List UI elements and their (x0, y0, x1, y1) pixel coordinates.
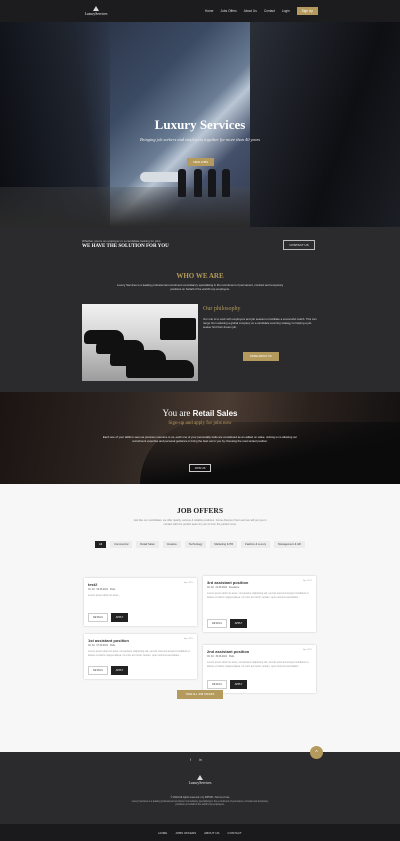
job-meta: CC 0d 30.06.2021 Paris (207, 656, 235, 658)
you-are-text: You are (162, 408, 191, 418)
bottom-nav-about[interactable]: ABOUT US (204, 831, 219, 835)
retail-role: Retail Sales (192, 409, 238, 418)
hero-section: Luxury Services Bringing job seekers and… (0, 22, 400, 227)
job-meta: CC 0d 06.05.2021 Paris (88, 589, 116, 591)
chevron-up-icon[interactable]: ^ (310, 746, 323, 759)
job-card: 3rd assistant position Apr 2021 CC 0d 21… (203, 576, 316, 632)
linkedin-icon[interactable]: in (199, 758, 202, 762)
job-description: Lorem ipsum dolor sit amet, consectetur … (88, 650, 190, 657)
details-button[interactable]: DETAILS (88, 613, 108, 622)
nav-about-link[interactable]: About Us (244, 9, 257, 13)
philosophy-text: Our role is to work with employers and j… (203, 317, 317, 329)
contact-us-button[interactable]: CONTACT US (283, 240, 315, 250)
nav-jobs-link[interactable]: Jobs Offers (220, 9, 236, 13)
nav-home-link[interactable]: Home (205, 9, 214, 13)
bottom-nav-contact[interactable]: CONTACT (227, 831, 241, 835)
apply-button[interactable]: APPLY (110, 613, 129, 622)
bottom-nav: HOME JOBS OFFERS ABOUT US CONTACT (0, 824, 400, 841)
job-date: Apr 2021 (303, 649, 312, 651)
more-about-us-button[interactable]: MORE ABOUT US (243, 352, 279, 361)
footer-logo-text: LuxuryServices (188, 781, 212, 785)
job-title: test2 (88, 582, 98, 587)
bottom-nav-jobs[interactable]: JOBS OFFERS (175, 831, 196, 835)
job-card: test2 Apr 2021 CC 0d 06.05.2021 Paris Lo… (84, 578, 197, 626)
hero-subtitle: Bringing job seekers and employers toget… (139, 137, 261, 142)
retail-heading: You are Retail Sales (0, 408, 400, 418)
retail-background-photo (140, 422, 400, 484)
social-links: f in (190, 758, 202, 762)
tab-technology[interactable]: Technology (184, 541, 207, 548)
tab-retail-sales[interactable]: Retail Sales (136, 541, 159, 548)
job-date: Apr 2021 (303, 580, 312, 582)
philosophy-title: Our philosophy (203, 306, 241, 312)
retail-subtitle: Sign-up and apply for jobs now (168, 421, 232, 426)
job-date: Apr 2021 (184, 582, 193, 584)
tab-all[interactable]: All (95, 541, 107, 548)
view-all-jobs-button[interactable]: VIEW ALL JOB OFFERS (177, 690, 223, 699)
job-offers-section: JOB OFFERS Just like our candidates, we … (0, 484, 400, 752)
nav-login-link[interactable]: Login (282, 9, 290, 13)
job-card: 1st assistant position Apr 2021 CC 0d 07… (84, 634, 197, 679)
band-line2: WE HAVE THE SOLUTION FOR YOU (82, 244, 169, 249)
apply-button[interactable]: APPLY (229, 619, 248, 628)
contact-band: Whether you're an employer or a candidat… (0, 227, 400, 264)
signup-button[interactable]: Sign Up (296, 7, 318, 15)
logo-mark-icon (93, 6, 99, 11)
logo-text: LuxuryServices (84, 12, 108, 16)
footer-logo[interactable]: LuxuryServices (186, 775, 214, 785)
jobs-intro: Just like our candidates, we offer quali… (133, 519, 267, 526)
nav-contact-link[interactable]: Contact (264, 9, 275, 13)
limousines-photo (82, 304, 198, 381)
job-meta: CC 0d 21.05.2021 Freelance (207, 587, 240, 589)
job-description: Lorem ipsum dolor sit amet... (88, 594, 121, 597)
tab-creative[interactable]: Creative (162, 541, 181, 548)
bottom-nav-home[interactable]: HOME (158, 831, 167, 835)
footer-description: Luxury Services is a leading professiona… (131, 801, 269, 807)
job-card: 2nd assistant position Apr 2021 CC 0d 30… (203, 645, 316, 693)
main-menu: Home Jobs Offers About Us Contact Login … (205, 7, 318, 15)
details-button[interactable]: DETAILS (207, 680, 227, 689)
who-intro: Luxury Services is a leading professiona… (116, 283, 284, 291)
who-we-are-section: WHO WE ARE Luxury Services is a leading … (0, 264, 400, 392)
details-button[interactable]: DETAILS (88, 666, 108, 675)
footer: ^ f in LuxuryServices © 2019 All rights … (0, 746, 400, 824)
tab-fashion-luxury[interactable]: Fashion & Luxury (241, 541, 271, 548)
join-us-button[interactable]: JOIN US (189, 464, 211, 472)
job-title: 1st assistant position (88, 638, 129, 643)
who-title: WHO WE ARE (176, 272, 224, 280)
view-jobs-button[interactable]: VIEW JOBS (187, 158, 214, 166)
job-title: 3rd assistant position (207, 580, 249, 585)
job-category-tabs: All Commercial Retail Sales Creative Tec… (0, 541, 400, 548)
tab-management-hr[interactable]: Management & HR (274, 541, 305, 548)
tab-commercial[interactable]: Commercial (110, 541, 133, 548)
hero-title: Luxury Services (154, 117, 246, 132)
job-meta: CC 0d 07.09.2021 Paris (88, 645, 116, 647)
tab-marketing-pr[interactable]: Marketing & PR (210, 541, 238, 548)
facebook-icon[interactable]: f (190, 758, 191, 762)
logo-mark-icon (197, 775, 203, 780)
site-logo[interactable]: LuxuryServices (82, 6, 110, 16)
job-title: 2nd assistant position (207, 649, 250, 654)
job-description: Lorem ipsum dolor sit amet, consectetur … (207, 592, 309, 599)
band-line1: Whether you're an employer or a candidat… (82, 239, 161, 243)
job-date: Apr 2021 (184, 638, 193, 640)
apply-button[interactable]: APPLY (229, 680, 248, 689)
apply-button[interactable]: APPLY (110, 666, 129, 675)
job-description: Lorem ipsum dolor sit amet, consectetur … (207, 661, 309, 668)
retail-text: Each one of your skills is seen as preci… (102, 435, 298, 444)
copyright: © 2019 All rights reserved • by IDHNR • … (170, 796, 230, 799)
top-navbar: LuxuryServices Home Jobs Offers About Us… (0, 0, 400, 22)
details-button[interactable]: DETAILS (207, 619, 227, 628)
retail-sales-section: You are Retail Sales Sign-up and apply f… (0, 392, 400, 484)
jobs-title: JOB OFFERS (176, 506, 224, 515)
